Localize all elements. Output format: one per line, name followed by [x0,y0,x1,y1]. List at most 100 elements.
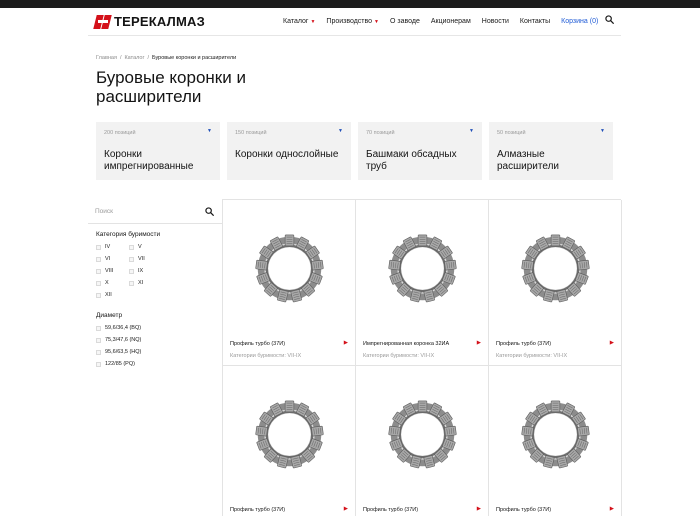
checkbox-diameter[interactable]: 95,6/63,5 (HQ) [96,349,141,355]
checkbox-label: VII [138,256,145,262]
nav-catalog[interactable]: Каталог ▼ [283,18,315,25]
checkbox[interactable] [129,244,134,250]
product-name: Профиль турбо (37И) [230,507,286,513]
nav-production[interactable]: Производство ▼ [326,18,379,25]
arrow-right-icon: ▶ [476,506,481,512]
drill-crown-image [255,400,324,469]
checkbox-drillability[interactable]: XII [96,292,112,298]
category-card[interactable]: 70 позиций ▼ Башмаки обсадных труб [358,122,482,180]
product-category: Категории буримости: VII-IX [496,353,568,359]
checkbox-diameter[interactable]: 75,3/47,6 (NQ) [96,337,141,343]
checkbox[interactable] [96,349,101,355]
nav-label: О заводе [390,18,420,25]
checkbox-label: 122/85 (PQ) [105,361,135,367]
flag-icon: ▼ [469,128,474,134]
checkbox-drillability[interactable]: VIII [96,268,113,274]
drill-crown-image [388,400,457,469]
search-icon[interactable] [605,15,614,24]
product-card[interactable]: Профиль турбо (37И) ▶ Категории буримост… [223,200,356,366]
checkbox-label: XII [105,292,112,298]
product-name: Импрегнированная коронка 32ИА [363,341,450,347]
checkbox-label: XI [138,280,144,286]
search-input[interactable] [95,206,195,217]
checkbox[interactable] [96,280,101,286]
product-card[interactable]: Профиль турбо (37И) ▶ Категории буримост… [489,200,622,366]
arrow-right-icon: ▶ [476,340,481,346]
category-count: 70 позиций [366,130,395,136]
checkbox[interactable] [96,361,101,367]
breadcrumb: Главная / Каталог / Буровые коронки и ра… [96,55,239,61]
category-count: 150 позиций [235,130,267,136]
drill-crown-image [388,234,457,303]
checkbox[interactable] [129,280,134,286]
checkbox-drillability[interactable]: VI [96,256,110,262]
checkbox-drillability[interactable]: VII [129,256,145,262]
nav-about[interactable]: О заводе [390,18,420,25]
checkbox-label: IX [138,268,144,274]
caret-down-icon: ▼ [374,18,379,25]
checkbox-drillability[interactable]: X [96,280,109,286]
product-name: Профиль турбо (37И) [363,507,419,513]
nav-cart[interactable]: Корзина (0) [561,18,598,25]
category-name: Коронки импрегнированные [104,149,194,172]
breadcrumb-catalog[interactable]: Каталог [124,55,144,61]
logo[interactable]: ТЕРЕКАЛМАЗ [93,14,205,29]
checkbox[interactable] [96,268,101,274]
category-name: Башмаки обсадных труб [366,149,457,172]
category-card[interactable]: 150 позиций ▼ Коронки однослойные [227,122,351,180]
breadcrumb-home[interactable]: Главная [96,55,117,61]
nav-contacts[interactable]: Контакты [520,18,550,25]
checkbox-drillability[interactable]: IX [129,268,143,274]
checkbox[interactable] [96,256,101,262]
arrow-right-icon: ▶ [609,506,614,512]
nav-shareholders[interactable]: Акционерам [431,18,471,25]
product-card[interactable]: Профиль турбо (37И) ▶ [223,366,356,516]
nav-label: Акционерам [430,18,471,25]
flag-icon: ▼ [600,128,605,134]
category-count: 50 позиций [497,130,526,136]
caret-down-icon: ▼ [310,18,316,25]
checkbox-drillability[interactable]: IV [96,244,110,250]
checkbox-diameter[interactable]: 122/85 (PQ) [96,361,135,367]
product-name: Профиль турбо (37И) [496,341,552,347]
checkbox-label: 59,6/36,4 (BQ) [105,325,142,331]
product-card[interactable]: Профиль турбо (37И) ▶ [356,366,489,516]
checkbox[interactable] [129,256,134,262]
product-card[interactable]: Импрегнированная коронка 32ИА ▶ Категори… [356,200,489,366]
drill-crown-image [255,234,324,303]
product-card[interactable]: Профиль турбо (37И) ▶ [489,366,622,516]
checkbox-drillability[interactable]: V [129,244,142,250]
checkbox[interactable] [129,268,134,274]
checkbox-label: 75,3/47,6 (NQ) [105,337,142,343]
flag-icon: ▼ [207,128,212,134]
nav-label: Производство [326,18,373,25]
checkbox[interactable] [96,292,101,298]
product-category: Категории буримости: VII-IX [230,353,302,359]
top-bar [0,0,700,8]
category-card[interactable]: 200 позиций ▼ Коронки импрегнированные [96,122,220,180]
checkbox-label: VIII [105,268,114,274]
category-name: Алмазные расширители [497,149,559,172]
category-card[interactable]: 50 позиций ▼ Алмазные расширители [489,122,613,180]
product-name: Профиль турбо (37И) [230,341,286,347]
category-name: Коронки однослойные [235,149,339,160]
checkbox[interactable] [96,337,101,343]
filter-search [88,199,222,224]
nav-news[interactable]: Новости [482,18,509,25]
category-count: 200 позиций [104,130,136,136]
arrow-right-icon: ▶ [343,506,348,512]
checkbox[interactable] [96,244,101,250]
checkbox-label: 95,6/63,5 (HQ) [105,349,142,355]
checkbox-diameter[interactable]: 59,6/36,4 (BQ) [96,325,141,331]
nav-label: Каталог [283,18,309,25]
logo-mark-icon [93,14,112,29]
checkbox[interactable] [96,325,101,331]
drill-crown-image [521,400,590,469]
arrow-right-icon: ▶ [343,340,348,346]
nav-label: Контакты [519,18,551,25]
flag-icon: ▼ [338,128,343,134]
checkbox-drillability[interactable]: XI [129,280,143,286]
search-icon[interactable] [205,207,214,216]
breadcrumb-current: Буровые коронки и расширители [152,55,237,61]
checkbox-label: X [105,280,109,286]
